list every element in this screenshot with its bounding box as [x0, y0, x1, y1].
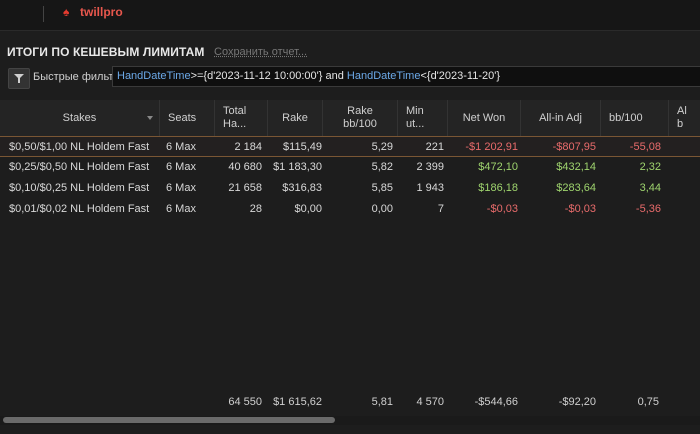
brand-name: twillpro: [80, 5, 123, 19]
column-header-bb100[interactable]: bb/100: [601, 100, 669, 136]
cell-rake-bb100: 0,00: [371, 203, 393, 215]
cell-stakes: $0,50/$1,00 NL Holdem Fast: [9, 141, 150, 153]
cell-hands: 21 658: [228, 182, 262, 194]
table-row[interactable]: $0,25/$0,50 NL Holdem Fast 6 Max 40 680 …: [0, 157, 700, 178]
cell-allin-adj: $432,14: [556, 161, 596, 173]
separator: [43, 6, 44, 22]
quick-filter-label: Быстрые фильт: [33, 71, 114, 83]
cell-minutes: 1 943: [416, 182, 444, 194]
total-allin-adj: -$92,20: [558, 396, 596, 408]
total-minutes: 4 570: [416, 396, 444, 408]
cell-rake: $115,49: [283, 141, 322, 153]
total-rake: $1 615,62: [273, 396, 322, 408]
filter-expression-input[interactable]: HandDateTime>={d'2023-11-12 10:00:00'} a…: [112, 66, 700, 87]
stakes-table: Stakes Seats Total Ha... Rake Rake bb/100 …: [0, 100, 700, 434]
cell-stakes: $0,10/$0,25 NL Holdem Fast: [9, 182, 150, 194]
column-header-seats[interactable]: Seats: [160, 100, 215, 136]
cell-hands: 2 184: [234, 141, 262, 153]
cell-seats: 6 Max: [166, 182, 196, 194]
cell-rake: $0,00: [294, 203, 322, 215]
cell-stakes: $0,25/$0,50 NL Holdem Fast: [9, 161, 150, 173]
top-bar: ♠ twillpro: [0, 0, 700, 31]
sort-icon[interactable]: [147, 116, 153, 120]
cell-net-won: -$1 202,91: [465, 141, 518, 153]
scrollbar-thumb[interactable]: [3, 417, 335, 423]
column-header-rake-bb100[interactable]: Rake bb/100: [323, 100, 398, 136]
cell-allin-adj: $283,64: [556, 182, 596, 194]
cell-rake: $1 183,30: [273, 161, 322, 173]
cell-net-won: -$0,03: [486, 203, 518, 215]
cell-seats: 6 Max: [166, 203, 196, 215]
cell-rake-bb100: 5,85: [371, 182, 393, 194]
column-header-minutes[interactable]: Min ut...: [398, 100, 448, 136]
cell-bb100: 3,44: [639, 182, 661, 194]
cell-hands: 40 680: [228, 161, 262, 173]
filter-operand: >={d'2023-11-12 10:00:00'} and: [190, 70, 347, 82]
cell-allin-adj: -$807,95: [552, 141, 596, 153]
total-net-won: -$544,66: [474, 396, 518, 408]
table-row[interactable]: $0,50/$1,00 NL Holdem Fast 6 Max 2 184 $…: [0, 136, 700, 157]
total-rake-bb100: 5,81: [371, 396, 393, 408]
filter-operand: <{d'2023-11-20'}: [420, 70, 501, 82]
cell-stakes: $0,01/$0,02 NL Holdem Fast: [9, 203, 150, 215]
cell-minutes: 221: [425, 141, 444, 153]
filter-keyword: HandDateTime: [346, 70, 421, 82]
column-header-total-hands[interactable]: Total Ha...: [215, 100, 268, 136]
cell-seats: 6 Max: [166, 141, 196, 153]
cell-rake-bb100: 5,29: [371, 141, 393, 153]
save-report-link[interactable]: Сохранить отчет...: [214, 46, 307, 58]
cell-bb100: 2,32: [639, 161, 661, 173]
cell-rake: $316,83: [282, 182, 322, 194]
report-title: ИТОГИ ПО КЕШЕВЫМ ЛИМИТАМ: [7, 45, 205, 59]
total-hands: 64 550: [228, 396, 262, 408]
cell-minutes: 2 399: [416, 161, 444, 173]
cell-seats: 6 Max: [166, 161, 196, 173]
column-header-allin-adj[interactable]: All-in Adj: [521, 100, 601, 136]
column-header-allin-bb100[interactable]: Al b: [669, 100, 700, 136]
cell-bb100: -55,08: [629, 141, 661, 153]
total-bb100: 0,75: [637, 396, 659, 408]
cell-minutes: 7: [437, 203, 444, 215]
table-row[interactable]: $0,10/$0,25 NL Holdem Fast 6 Max 21 658 …: [0, 178, 700, 199]
cell-allin-adj: -$0,03: [564, 203, 596, 215]
logo-icon: ♠: [63, 5, 70, 19]
column-header-rake[interactable]: Rake: [268, 100, 323, 136]
filter-button[interactable]: [8, 68, 30, 89]
cell-hands: 28: [249, 203, 262, 215]
table-header: Stakes Seats Total Ha... Rake Rake bb/100 …: [0, 100, 700, 137]
filter-keyword: HandDateTime: [117, 70, 191, 82]
column-header-net-won[interactable]: Net Won: [448, 100, 521, 136]
cell-bb100: -5,36: [635, 203, 661, 215]
table-row[interactable]: $0,01/$0,02 NL Holdem Fast 6 Max 28 $0,0…: [0, 199, 700, 220]
cell-rake-bb100: 5,82: [371, 161, 393, 173]
cell-net-won: $186,18: [478, 182, 518, 194]
horizontal-scrollbar[interactable]: [0, 416, 700, 425]
totals-row: 64 550 $1 615,62 5,81 4 570 -$544,66 -$9…: [0, 392, 700, 414]
cell-net-won: $472,10: [478, 161, 518, 173]
column-header-stakes[interactable]: Stakes: [0, 100, 160, 136]
